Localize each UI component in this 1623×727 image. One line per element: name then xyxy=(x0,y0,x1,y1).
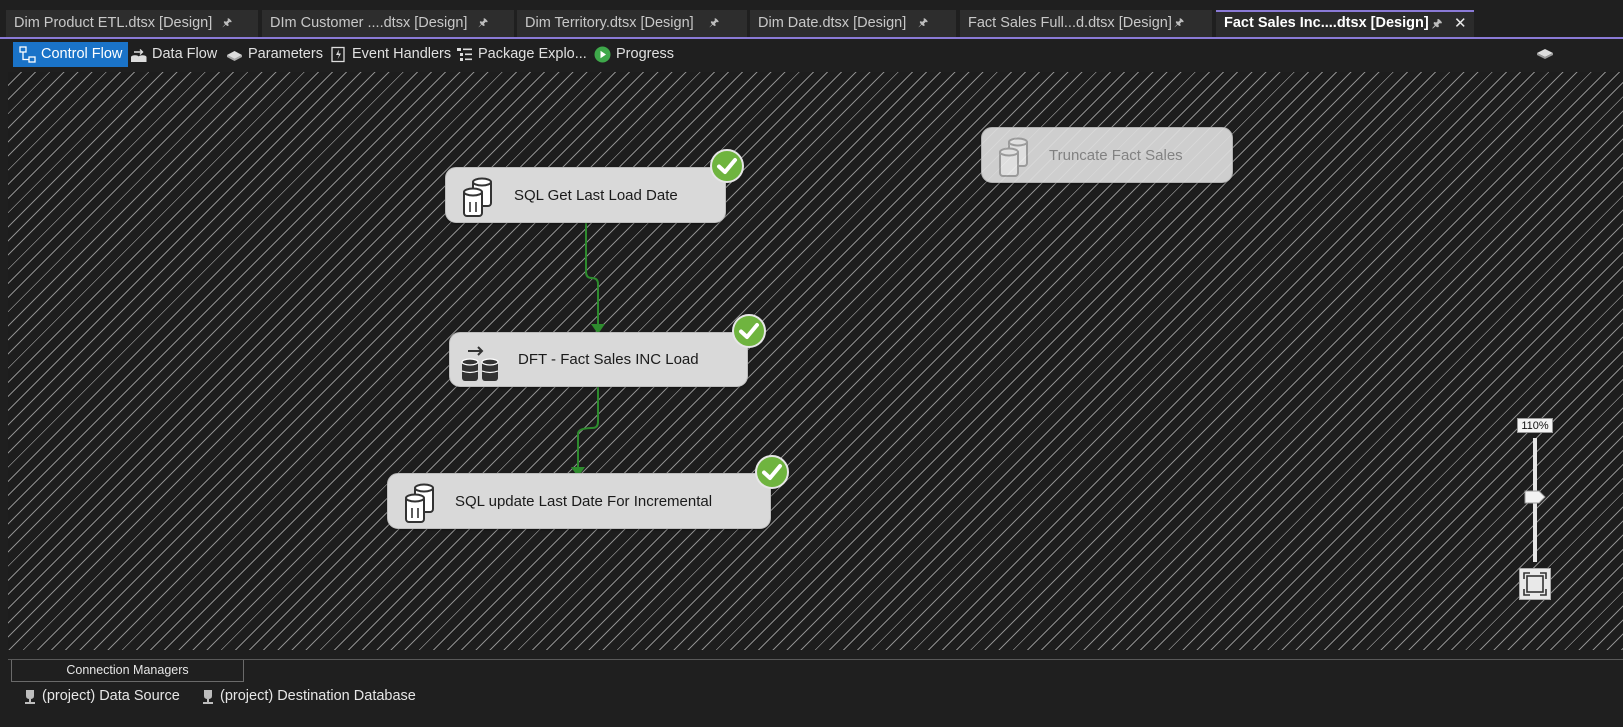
pin-icon[interactable]: 🖈︎ xyxy=(1432,15,1442,34)
pin-icon[interactable]: 🖈︎ xyxy=(918,14,928,33)
task-truncate-fact-sales[interactable]: Truncate Fact Sales xyxy=(981,127,1233,183)
execute-sql-task-icon xyxy=(405,483,434,523)
control-flow-canvas[interactable]: SQL Get Last Load Date DFT - Fact Sales … xyxy=(8,72,1623,650)
designer-toolbar: Control Flow Data Flow Parameters Event … xyxy=(0,39,1623,71)
tab-fact-sales-inc[interactable]: Fact Sales Inc....dtsx [Design] 🖈︎ ✕ xyxy=(1216,10,1474,37)
tab-label: Fact Sales Full...d.dtsx [Design] xyxy=(968,15,1172,31)
connection-destination-database[interactable]: (project) Destination Database xyxy=(200,688,416,704)
pin-icon[interactable]: 🖈︎ xyxy=(478,14,488,33)
tab-label: Progress xyxy=(616,46,675,62)
parameters-icon xyxy=(227,51,242,61)
tab-label: Fact Sales Inc....dtsx [Design] xyxy=(1224,15,1429,31)
tab-label: Dim Date.dtsx [Design] xyxy=(758,15,907,31)
tab-dim-territory[interactable]: Dim Territory.dtsx [Design] 🖈︎ xyxy=(517,10,747,37)
tab-progress[interactable]: Progress xyxy=(588,42,680,67)
connection-label: (project) Destination Database xyxy=(220,688,416,704)
tab-control-flow[interactable]: Control Flow xyxy=(13,42,129,67)
task-dft-fact-sales-inc-load[interactable]: DFT - Fact Sales INC Load xyxy=(449,332,748,387)
tab-data-flow[interactable]: Data Flow xyxy=(124,42,223,67)
fit-to-window-icon xyxy=(1523,572,1547,596)
pin-icon[interactable]: 🖈︎ xyxy=(222,14,232,33)
tab-label: Dim Territory.dtsx [Design] xyxy=(525,15,694,31)
parameters-toolbar-icon[interactable] xyxy=(1536,46,1554,62)
connection-icon xyxy=(203,690,213,704)
data-flow-task-icon xyxy=(461,346,499,381)
tab-label: DIm Customer ....dtsx [Design] xyxy=(270,15,468,31)
task-label: DFT - Fact Sales INC Load xyxy=(518,351,699,368)
pin-icon[interactable]: 🖈︎ xyxy=(1174,14,1184,33)
connection-managers-tab[interactable]: Connection Managers xyxy=(11,660,244,682)
tab-fact-sales-full[interactable]: Fact Sales Full...d.dtsx [Design] 🖈︎ xyxy=(960,10,1212,37)
control-flow-icon xyxy=(19,46,36,63)
tab-label: Dim Product ETL.dtsx [Design] xyxy=(14,15,213,31)
tab-dim-customer[interactable]: DIm Customer ....dtsx [Design] 🖈︎ xyxy=(262,10,514,37)
execute-sql-task-icon xyxy=(999,137,1028,177)
zoom-slider-thumb[interactable] xyxy=(1524,490,1546,504)
success-check-icon xyxy=(710,149,744,183)
close-icon[interactable]: ✕ xyxy=(1454,14,1467,32)
task-sql-update-last-date[interactable]: SQL update Last Date For Incremental xyxy=(387,473,771,529)
data-flow-icon xyxy=(131,49,147,62)
success-check-icon xyxy=(732,314,766,348)
tab-dim-date[interactable]: Dim Date.dtsx [Design] 🖈︎ xyxy=(750,10,956,37)
play-icon xyxy=(594,46,611,63)
zoom-level: 110% xyxy=(1517,418,1553,433)
pin-icon[interactable]: 🖈︎ xyxy=(709,14,719,33)
connection-label: (project) Data Source xyxy=(42,688,180,704)
task-sql-get-last-load-date[interactable]: SQL Get Last Load Date xyxy=(445,167,726,223)
precedence-constraints xyxy=(571,222,605,477)
document-tab-bar: Dim Product ETL.dtsx [Design] 🖈︎ DIm Cus… xyxy=(0,0,1623,39)
tab-label: Parameters xyxy=(248,46,323,62)
tab-label: Data Flow xyxy=(152,46,218,62)
precedence-constraint-2 xyxy=(577,387,599,470)
precedence-constraint-1 xyxy=(585,222,599,327)
divider xyxy=(8,659,1623,660)
success-check-icon xyxy=(755,455,789,489)
tab-dim-product-etl[interactable]: Dim Product ETL.dtsx [Design] 🖈︎ xyxy=(6,10,258,37)
zoom-to-fit-button[interactable] xyxy=(1519,568,1551,600)
execute-sql-task-icon xyxy=(463,177,492,217)
tab-parameters[interactable]: Parameters xyxy=(220,42,329,67)
task-label: SQL update Last Date For Incremental xyxy=(455,492,713,510)
tab-label: Package Explo... xyxy=(478,46,587,62)
package-explorer-icon xyxy=(457,48,472,61)
tab-label: Control Flow xyxy=(41,46,123,62)
tab-label: Event Handlers xyxy=(352,46,452,62)
task-label: Truncate Fact Sales xyxy=(1049,146,1183,164)
connection-icon xyxy=(25,690,35,704)
connection-data-source[interactable]: (project) Data Source xyxy=(22,688,180,704)
connection-managers-pane: Connection Managers (project) Data Sourc… xyxy=(0,650,1623,727)
event-handlers-icon xyxy=(331,46,345,63)
tab-event-handlers[interactable]: Event Handlers xyxy=(324,42,457,67)
task-label: SQL Get Last Load Date xyxy=(514,186,678,204)
tab-package-explorer[interactable]: Package Explo... xyxy=(450,42,593,67)
